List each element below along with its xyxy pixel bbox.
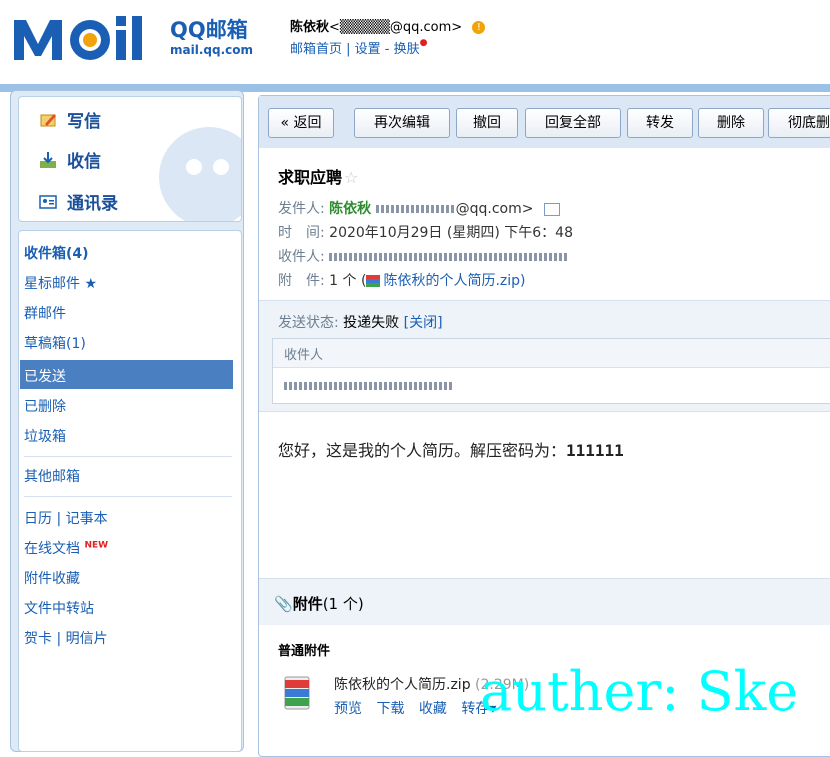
- forward-button[interactable]: 转发: [627, 108, 693, 138]
- folder-sent[interactable]: 已发送: [24, 366, 66, 386]
- attachment-link[interactable]: 陈依秋的个人简历.zip): [383, 273, 525, 289]
- link-cards-postcards[interactable]: 贺卡 | 明信片: [24, 628, 108, 648]
- skin-dot-icon: ●: [419, 38, 428, 48]
- contacts-icon: [39, 193, 57, 211]
- folder-inbox[interactable]: 收件箱(4): [24, 243, 89, 263]
- recipient-column-header: 收件人: [284, 348, 324, 363]
- folder-starred[interactable]: 星标邮件 ★: [24, 273, 97, 293]
- delete-button[interactable]: 删除: [698, 108, 764, 138]
- inbox-icon: [39, 151, 57, 169]
- zip-file-icon: [284, 676, 310, 710]
- redacted-recipient-address: [284, 382, 454, 390]
- recall-button[interactable]: 撤回: [456, 108, 518, 138]
- unzip-password: 111111: [566, 441, 624, 460]
- user-email: <▒▒▒▒▒@qq.com>: [329, 20, 463, 35]
- send-status: 发送状态: 投递失败 [关闭]: [278, 315, 443, 331]
- download-link[interactable]: 下载: [376, 701, 404, 717]
- favorite-link[interactable]: 收藏: [419, 701, 447, 717]
- pencil-icon: [39, 111, 57, 129]
- folder-spam[interactable]: 垃圾箱: [24, 426, 66, 446]
- zip-small-icon: [366, 275, 381, 287]
- edit-again-button[interactable]: 再次编辑: [354, 108, 450, 138]
- star-icon[interactable]: ☆: [344, 168, 358, 187]
- receive-link[interactable]: 收信: [39, 147, 101, 172]
- logo-domain: mail.qq.com: [170, 43, 253, 57]
- mail-to: 收件人:: [278, 246, 570, 266]
- qq-mail-logo: [14, 16, 142, 60]
- warning-icon[interactable]: !: [472, 21, 486, 34]
- recipient-table-header: [273, 339, 830, 368]
- folder-deleted[interactable]: 已删除: [24, 396, 66, 416]
- compose-link[interactable]: 写信: [39, 107, 101, 132]
- user-name: 陈依秋: [290, 20, 330, 35]
- mail-body: 您好，这是我的个人简历。解压密码为：111111: [278, 441, 624, 460]
- redacted-recipient: [329, 253, 570, 261]
- paperclip-icon: 📎: [274, 595, 293, 613]
- logo-text: QQ邮箱 mail.qq.com: [170, 18, 253, 57]
- preview-link[interactable]: 预览: [334, 701, 362, 717]
- attachments-title: 📎附件(1 个): [274, 595, 364, 613]
- folder-drafts[interactable]: 草稿箱(1): [24, 333, 86, 353]
- user-links-text[interactable]: 邮箱首页 | 设置 - 换肤: [290, 42, 420, 57]
- folder-other-mailboxes[interactable]: 其他邮箱: [24, 466, 80, 486]
- mail-attachment-summary: 附 件: 1 个 (陈依秋的个人简历.zip): [278, 273, 526, 289]
- mail-view: [258, 95, 830, 757]
- sidebar-actions: 写信 收信 通讯录: [18, 96, 242, 222]
- qq-penguin-watermark-icon: [159, 127, 241, 221]
- folder-group-mail[interactable]: 群邮件: [24, 303, 66, 323]
- folder-divider: [24, 456, 232, 457]
- link-attachment-collection[interactable]: 附件收藏: [24, 568, 80, 588]
- mail-time: 时 间: 2020年10月29日 (星期四) 下午6：48: [278, 225, 573, 241]
- back-button[interactable]: « 返回: [268, 108, 334, 138]
- delete-permanently-button[interactable]: 彻底删: [768, 108, 830, 138]
- folder-divider: [24, 496, 232, 497]
- logo-brand: QQ邮箱: [170, 18, 248, 42]
- contact-card-icon[interactable]: [543, 202, 560, 216]
- user-links[interactable]: 邮箱首页 | 设置 - 换肤●: [290, 38, 427, 57]
- contacts-link[interactable]: 通讯录: [39, 189, 118, 214]
- reply-all-button[interactable]: 回复全部: [525, 108, 621, 138]
- new-badge: NEW: [84, 540, 109, 551]
- normal-attachments-label: 普通附件: [278, 644, 331, 659]
- author-watermark: auther: Ske: [480, 660, 799, 723]
- close-status-link[interactable]: [关闭]: [404, 315, 443, 331]
- link-online-docs[interactable]: 在线文档 NEW: [24, 538, 108, 558]
- redacted-email: [375, 205, 456, 213]
- link-calendar-notes[interactable]: 日历 | 记事本: [24, 508, 108, 528]
- sender-name[interactable]: 陈依秋: [329, 201, 371, 217]
- mail-subject: 求职应聘 ☆: [278, 168, 359, 187]
- user-info: 陈依秋<▒▒▒▒▒@qq.com> !: [290, 16, 486, 35]
- mail-from: 发件人: 陈依秋 @qq.com>: [278, 198, 560, 218]
- link-file-transfer[interactable]: 文件中转站: [24, 598, 94, 618]
